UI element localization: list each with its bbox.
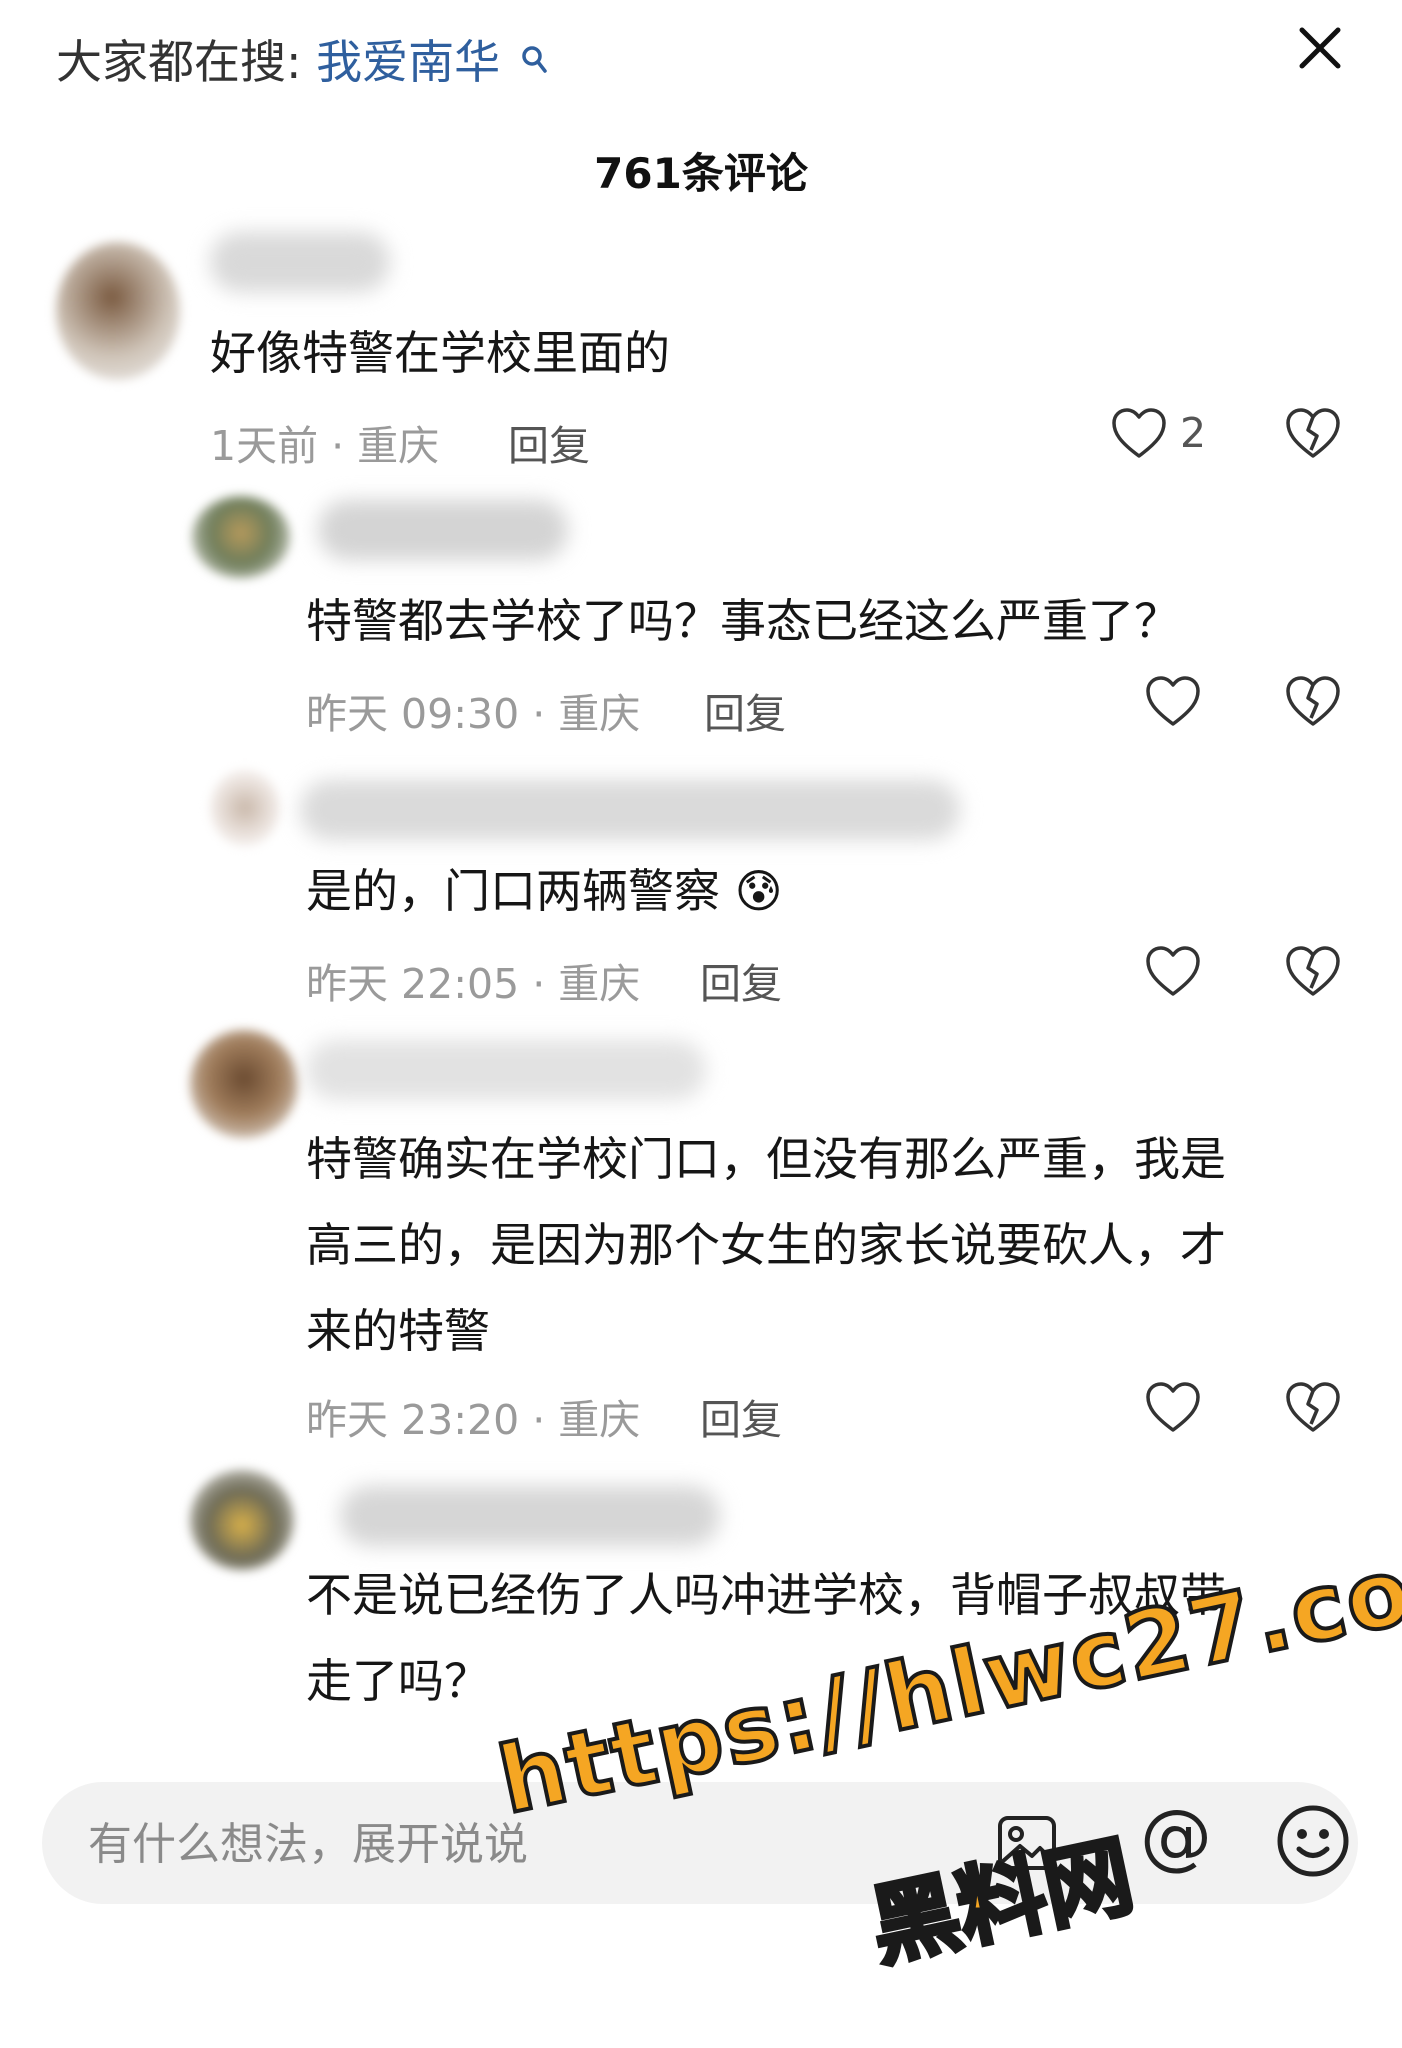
username-blurred[interactable] bbox=[300, 780, 960, 840]
heart-icon bbox=[1146, 1382, 1200, 1432]
avatar[interactable] bbox=[56, 242, 180, 380]
broken-heart-icon bbox=[1286, 676, 1340, 726]
dislike-button[interactable] bbox=[1284, 674, 1342, 732]
reply-button[interactable]: 回复 bbox=[700, 1386, 782, 1446]
trending-search[interactable]: 大家都在搜: 我爱南华 bbox=[56, 26, 547, 92]
like-button[interactable] bbox=[1144, 944, 1214, 998]
username-blurred[interactable] bbox=[306, 1040, 706, 1100]
username-blurred[interactable] bbox=[210, 232, 390, 292]
username-blurred[interactable] bbox=[340, 1486, 720, 1546]
close-button[interactable] bbox=[1290, 18, 1350, 78]
reply-button[interactable]: 回复 bbox=[508, 412, 590, 472]
like-count: 2 bbox=[1180, 409, 1207, 457]
heart-icon bbox=[1146, 946, 1200, 996]
heart-icon bbox=[1146, 676, 1200, 726]
comment-text: 是的，门口两辆警察 😰 bbox=[306, 864, 783, 918]
comment-meta: 昨天 23:20 · 重庆 bbox=[306, 1396, 641, 1444]
reply-button[interactable]: 回复 bbox=[704, 680, 786, 740]
top-bar: 大家都在搜: 我爱南华 bbox=[0, 0, 1402, 120]
comment-text: 特警都去学校了吗？事态已经这么严重了？ bbox=[306, 594, 1180, 648]
comment-text: 高三的，是因为那个女生的家长说要砍人，才 bbox=[306, 1218, 1226, 1272]
reply-button[interactable]: 回复 bbox=[700, 950, 782, 1010]
at-icon[interactable]: @ bbox=[1140, 1800, 1212, 1872]
trending-search-prefix: 大家都在搜: bbox=[56, 35, 302, 89]
comment-text: 特警确实在学校门口，但没有那么严重，我是 bbox=[306, 1132, 1226, 1186]
comment-text: 好像特警在学校里面的 bbox=[210, 326, 670, 380]
broken-heart-icon bbox=[1286, 408, 1340, 458]
close-icon bbox=[1299, 27, 1341, 69]
broken-heart-icon bbox=[1286, 946, 1340, 996]
comment-input-bar: @ bbox=[0, 1756, 1402, 2048]
search-icon bbox=[521, 32, 547, 86]
comment-text: 走了吗？ bbox=[306, 1654, 490, 1708]
comment-meta: 1天前 · 重庆 bbox=[210, 422, 440, 470]
dislike-button[interactable] bbox=[1284, 406, 1342, 464]
comment-count: 761条评论 bbox=[594, 149, 808, 198]
like-button[interactable] bbox=[1144, 674, 1214, 728]
comment-meta: 昨天 09:30 · 重庆 bbox=[306, 690, 641, 738]
comment-input-container[interactable]: @ bbox=[42, 1782, 1358, 1904]
like-button[interactable]: 2 bbox=[1110, 406, 1206, 460]
username-blurred[interactable] bbox=[318, 500, 568, 560]
trending-search-term[interactable]: 我爱南华 bbox=[316, 35, 500, 89]
comment-text: 来的特警 bbox=[306, 1304, 490, 1358]
comment-meta: 昨天 22:05 · 重庆 bbox=[306, 960, 641, 1008]
heart-icon bbox=[1112, 408, 1166, 458]
avatar[interactable] bbox=[190, 1030, 298, 1138]
comment-input[interactable] bbox=[86, 1810, 850, 1878]
avatar[interactable] bbox=[190, 1470, 294, 1570]
broken-heart-icon bbox=[1286, 1382, 1340, 1432]
dislike-button[interactable] bbox=[1284, 944, 1342, 1002]
emoji-button[interactable] bbox=[1274, 1802, 1352, 1884]
dislike-button[interactable] bbox=[1284, 1380, 1342, 1438]
emoji-icon bbox=[1277, 1805, 1349, 1877]
avatar[interactable] bbox=[210, 770, 280, 846]
avatar[interactable] bbox=[192, 496, 290, 578]
like-button[interactable] bbox=[1144, 1380, 1214, 1434]
